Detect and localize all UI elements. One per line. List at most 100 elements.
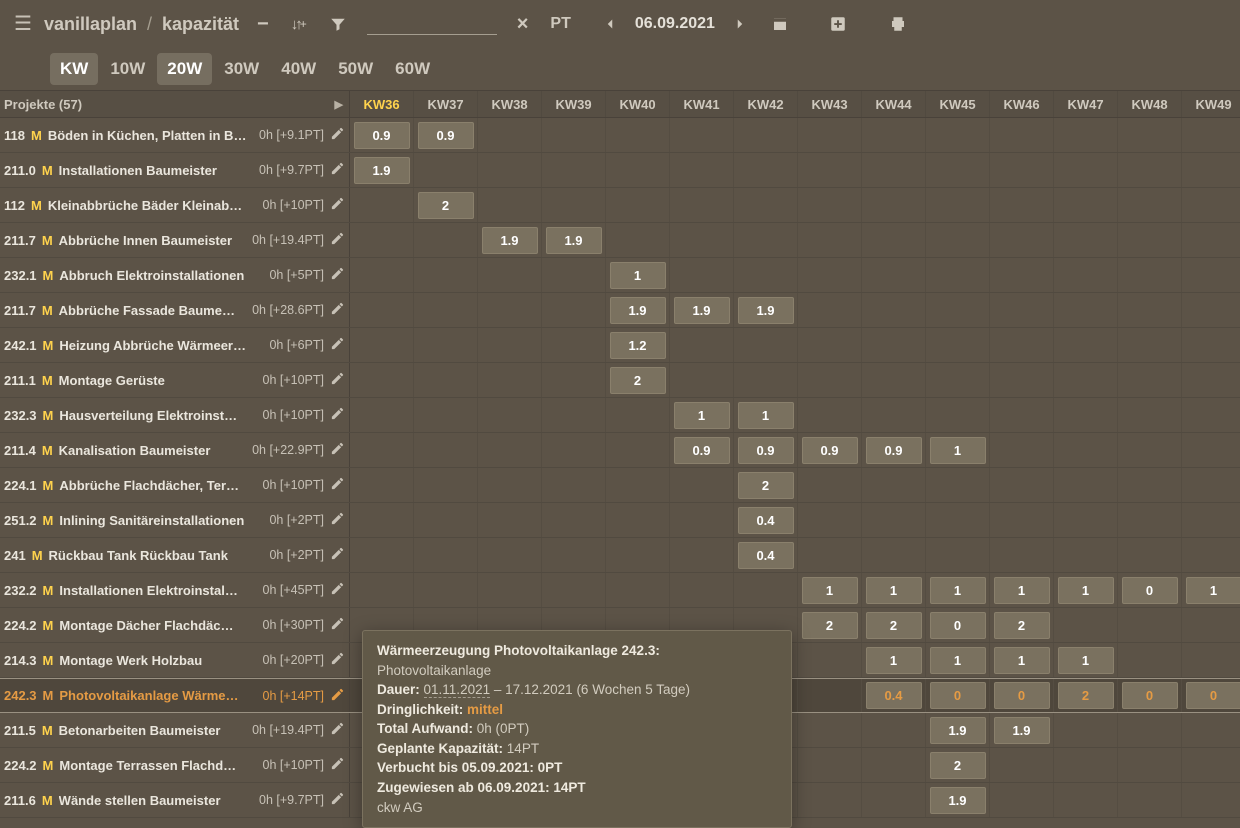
edit-icon[interactable] xyxy=(330,336,345,354)
cell[interactable] xyxy=(1182,328,1240,362)
cell[interactable] xyxy=(798,153,862,187)
cell[interactable] xyxy=(862,363,926,397)
cell[interactable] xyxy=(542,118,606,152)
cell[interactable] xyxy=(926,398,990,432)
cell[interactable]: 1.9 xyxy=(542,223,606,257)
current-date[interactable]: 06.09.2021 xyxy=(635,15,715,33)
cell[interactable] xyxy=(1054,293,1118,327)
cell[interactable] xyxy=(734,223,798,257)
capacity-chip[interactable]: 0.9 xyxy=(738,437,794,464)
project-row[interactable]: 242.1MHeizung Abbrüche Wärmeer…0h [+6PT]… xyxy=(0,328,1240,363)
edit-icon[interactable] xyxy=(330,161,345,179)
edit-icon[interactable] xyxy=(330,791,345,809)
capacity-chip[interactable]: 0 xyxy=(930,612,986,639)
cell[interactable] xyxy=(350,258,414,292)
capacity-chip[interactable]: 2 xyxy=(930,752,986,779)
capacity-chip[interactable]: 1 xyxy=(1058,577,1114,604)
cell[interactable] xyxy=(1054,328,1118,362)
project-row-left[interactable]: 211.6MWände stellen Baumeister0h [+9.7PT… xyxy=(0,783,350,817)
capacity-chip[interactable]: 1.9 xyxy=(930,717,986,744)
cell[interactable] xyxy=(478,153,542,187)
capacity-chip[interactable]: 2 xyxy=(994,612,1050,639)
project-row-left[interactable]: 211.5MBetonarbeiten Baumeister0h [+19.4P… xyxy=(0,713,350,747)
cell[interactable] xyxy=(990,748,1054,782)
project-row-left[interactable]: 242.3MPhotovoltaikanlage Wärme…0h [+14PT… xyxy=(0,679,350,712)
range-tab-50w[interactable]: 50W xyxy=(328,53,383,85)
cell[interactable] xyxy=(670,363,734,397)
cell[interactable] xyxy=(670,468,734,502)
cell[interactable]: 1 xyxy=(990,643,1054,677)
week-col-kw43[interactable]: KW43 xyxy=(798,91,862,117)
cell[interactable] xyxy=(1182,223,1240,257)
capacity-chip[interactable]: 0 xyxy=(1122,682,1178,709)
cell[interactable] xyxy=(1182,468,1240,502)
capacity-chip[interactable]: 1.2 xyxy=(610,332,666,359)
cell[interactable] xyxy=(1118,188,1182,222)
edit-icon[interactable] xyxy=(330,546,345,564)
cell[interactable] xyxy=(1054,153,1118,187)
cell[interactable] xyxy=(414,328,478,362)
cell[interactable] xyxy=(478,398,542,432)
cell[interactable] xyxy=(1118,223,1182,257)
cell[interactable] xyxy=(734,118,798,152)
capacity-chip[interactable]: 1 xyxy=(866,577,922,604)
week-col-kw47[interactable]: KW47 xyxy=(1054,91,1118,117)
cell[interactable] xyxy=(542,503,606,537)
cell[interactable] xyxy=(350,573,414,607)
cell[interactable] xyxy=(862,258,926,292)
cell[interactable]: 1 xyxy=(862,643,926,677)
cell[interactable]: 0 xyxy=(1118,679,1182,712)
project-row-left[interactable]: 211.1MMontage Gerüste0h [+10PT] xyxy=(0,363,350,397)
cell[interactable] xyxy=(350,433,414,467)
cell[interactable]: 1 xyxy=(1054,573,1118,607)
prev-week-button[interactable] xyxy=(595,11,625,37)
project-row-left[interactable]: 232.1MAbbruch Elektroinstallationen0h [+… xyxy=(0,258,350,292)
capacity-chip[interactable]: 1 xyxy=(802,577,858,604)
cell[interactable] xyxy=(862,223,926,257)
week-col-kw48[interactable]: KW48 xyxy=(1118,91,1182,117)
cell[interactable]: 1 xyxy=(1182,573,1240,607)
cell[interactable] xyxy=(798,748,862,782)
capacity-chip[interactable]: 0.4 xyxy=(866,682,922,709)
cell[interactable]: 2 xyxy=(414,188,478,222)
project-row-left[interactable]: 211.7MAbbrüche Innen Baumeister0h [+19.4… xyxy=(0,223,350,257)
cell[interactable] xyxy=(1182,643,1240,677)
filter-icon[interactable] xyxy=(323,11,353,37)
capacity-chip[interactable]: 2 xyxy=(802,612,858,639)
breadcrumb-app[interactable]: vanillaplan xyxy=(44,14,137,35)
cell[interactable]: 1 xyxy=(798,573,862,607)
cell[interactable] xyxy=(1118,783,1182,817)
project-row-left[interactable]: 118MBöden in Küchen, Platten in B…0h [+9… xyxy=(0,118,350,152)
edit-icon[interactable] xyxy=(330,511,345,529)
cell[interactable] xyxy=(414,503,478,537)
capacity-chip[interactable]: 0.9 xyxy=(674,437,730,464)
cell[interactable] xyxy=(606,573,670,607)
cell[interactable]: 0 xyxy=(990,679,1054,712)
cell[interactable]: 2 xyxy=(862,608,926,642)
project-row-left[interactable]: 232.3MHausverteilung Elektroinst…0h [+10… xyxy=(0,398,350,432)
cell[interactable] xyxy=(478,538,542,572)
cell[interactable]: 1 xyxy=(862,573,926,607)
project-row[interactable]: 118MBöden in Küchen, Platten in B…0h [+9… xyxy=(0,118,1240,153)
cell[interactable] xyxy=(1054,223,1118,257)
cell[interactable] xyxy=(798,503,862,537)
week-col-kw42[interactable]: KW42 xyxy=(734,91,798,117)
cell[interactable] xyxy=(542,258,606,292)
cell[interactable] xyxy=(926,293,990,327)
cell[interactable] xyxy=(542,153,606,187)
project-row[interactable]: 211.0MInstallationen Baumeister0h [+9.7P… xyxy=(0,153,1240,188)
project-row[interactable]: 241MRückbau Tank Rückbau Tank0h [+2PT]0.… xyxy=(0,538,1240,573)
cell[interactable] xyxy=(1182,293,1240,327)
cell[interactable]: 1 xyxy=(926,643,990,677)
capacity-chip[interactable]: 0.4 xyxy=(738,542,794,569)
range-tab-10w[interactable]: 10W xyxy=(100,53,155,85)
cell[interactable] xyxy=(990,328,1054,362)
capacity-chip[interactable]: 1 xyxy=(930,577,986,604)
project-row-left[interactable]: 224.2MMontage Terrassen Flachd…0h [+10PT… xyxy=(0,748,350,782)
week-col-kw36[interactable]: KW36 xyxy=(350,91,414,117)
cell[interactable]: 1.9 xyxy=(670,293,734,327)
cell[interactable]: 0.9 xyxy=(350,118,414,152)
capacity-chip[interactable]: 1.9 xyxy=(482,227,538,254)
capacity-chip[interactable]: 2 xyxy=(738,472,794,499)
cell[interactable] xyxy=(798,679,862,712)
